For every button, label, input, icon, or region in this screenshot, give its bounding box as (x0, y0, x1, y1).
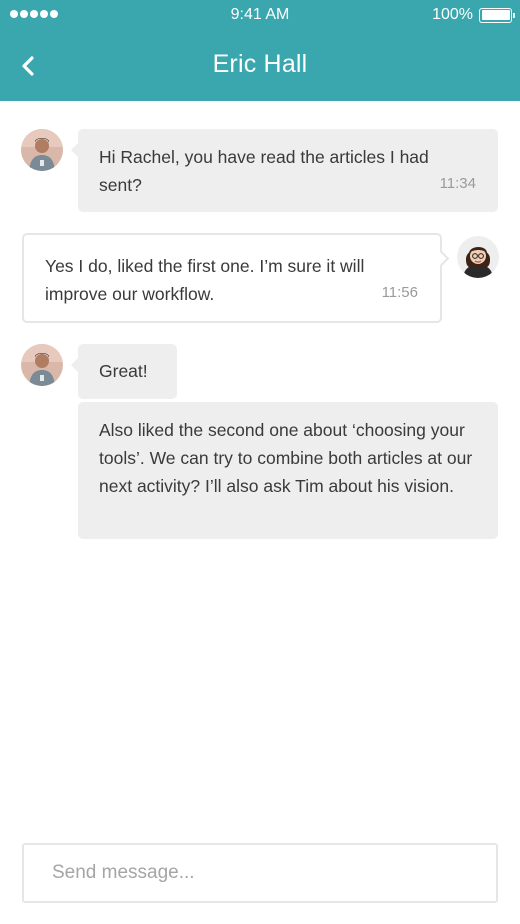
bubble-tail (71, 143, 78, 157)
battery-fill (481, 10, 510, 20)
status-bar: 9:41 AM 100% (0, 0, 520, 30)
contact-name-title: Eric Hall (212, 50, 308, 78)
message-bubble-incoming: Hi Rachel, you have read the articles I … (71, 129, 498, 212)
message-text: Also liked the second one about ‘choosin… (99, 420, 473, 496)
battery-icon (479, 7, 515, 23)
contact-avatar[interactable] (21, 344, 63, 386)
user-avatar[interactable] (457, 236, 499, 278)
message-bubble-outgoing: Yes I do, liked the first one. I’m sure … (22, 233, 450, 323)
send-message-input[interactable] (24, 845, 496, 901)
message-timestamp: 11:34 (439, 175, 476, 192)
message-text: Great! (99, 361, 148, 381)
battery-percentage: 100% (432, 6, 473, 23)
contact-avatar[interactable] (21, 129, 63, 171)
battery-indicator: 100% (432, 6, 515, 24)
message-text: Yes I do, liked the first one. I’m sure … (45, 256, 365, 304)
bubble-tail (71, 358, 78, 372)
bubble-tail (433, 250, 450, 267)
navigation-bar: Eric Hall (0, 30, 520, 101)
message-bubble-incoming: Also liked the second one about ‘choosin… (78, 402, 498, 539)
message-text: Hi Rachel, you have read the articles I … (99, 147, 429, 195)
message-composer (22, 843, 498, 903)
header-bar: 9:41 AM 100% Eric Hall (0, 0, 520, 101)
message-timestamp: 11:56 (381, 284, 418, 301)
message-bubble-incoming: Great! (71, 344, 177, 399)
